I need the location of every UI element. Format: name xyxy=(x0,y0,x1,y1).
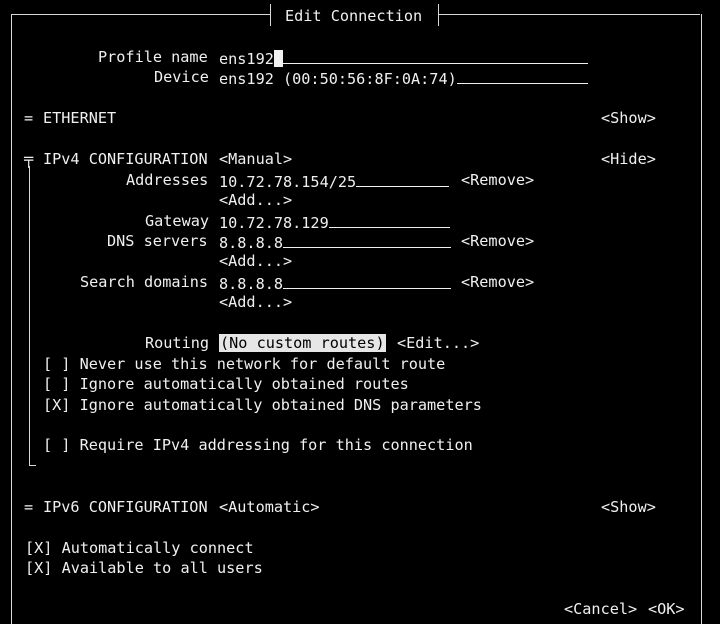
ethernet-section-label: ETHERNET xyxy=(43,109,117,127)
routing-edit-button[interactable]: <Edit...> xyxy=(397,334,479,352)
ipv6-show-button[interactable]: <Show> xyxy=(601,498,656,516)
dns-servers-label: DNS servers xyxy=(107,232,208,250)
addresses-label: Addresses xyxy=(126,171,209,189)
search-remove-button[interactable]: <Remove> xyxy=(461,273,534,291)
frame-top-left xyxy=(11,14,270,15)
routing-label: Routing xyxy=(145,334,210,352)
address-value: 10.72.78.154/25 xyxy=(219,173,357,191)
address-remove-button[interactable]: <Remove> xyxy=(461,171,534,189)
device-value: ens192 (00:50:56:8F:0A:74) xyxy=(219,70,457,88)
frame-top-right xyxy=(439,14,700,15)
field-underline xyxy=(456,68,588,84)
auto-connect-checkbox[interactable]: [X] Automatically connect xyxy=(25,539,254,557)
dialog-title: Edit Connection xyxy=(285,7,423,25)
title-bracket-right xyxy=(438,4,439,26)
field-underline xyxy=(328,212,450,228)
profile-name-value: ens192 xyxy=(219,50,274,68)
all-users-checkbox[interactable]: [X] Available to all users xyxy=(25,559,263,577)
profile-name-field[interactable]: ens192 xyxy=(219,48,588,68)
search-add-button[interactable]: <Add...> xyxy=(219,293,292,311)
ethernet-collapse-marker: = xyxy=(24,109,34,127)
never-default-route-checkbox[interactable]: [ ] Never use this network for default r… xyxy=(43,355,445,373)
ipv6-mode-select[interactable]: <Automatic> xyxy=(219,498,320,516)
profile-name-label: Profile name xyxy=(98,48,208,66)
ipv4-section-label: IPv4 CONFIGURATION xyxy=(43,150,208,168)
search-domain-input[interactable]: 8.8.8.8 xyxy=(219,273,452,293)
ethernet-show-button[interactable]: <Show> xyxy=(601,109,656,127)
dns-server-input[interactable]: 8.8.8.8 xyxy=(219,232,452,252)
ipv6-collapse-marker: = xyxy=(24,498,34,516)
require-ipv4-checkbox[interactable]: [ ] Require IPv4 addressing for this con… xyxy=(43,436,473,454)
field-underline xyxy=(356,171,450,187)
ignore-routes-checkbox[interactable]: [ ] Ignore automatically obtained routes xyxy=(43,375,409,393)
device-field[interactable]: ens192 (00:50:56:8F:0A:74) xyxy=(219,68,588,88)
ipv4-hide-button[interactable]: <Hide> xyxy=(601,150,656,168)
gateway-label: Gateway xyxy=(145,212,210,230)
search-domain-value: 8.8.8.8 xyxy=(219,275,284,293)
search-domains-label: Search domains xyxy=(80,273,209,291)
gateway-value: 10.72.78.129 xyxy=(219,214,329,232)
dialog-frame xyxy=(11,14,702,624)
text-cursor xyxy=(273,50,283,67)
ok-button[interactable]: <OK> xyxy=(648,600,685,618)
field-underline xyxy=(283,273,452,289)
ipv4-mode-select[interactable]: <Manual> xyxy=(219,150,292,168)
routing-value-text: (No custom routes) xyxy=(219,334,386,352)
device-label: Device xyxy=(154,68,209,86)
dns-remove-button[interactable]: <Remove> xyxy=(461,232,534,250)
gateway-input[interactable]: 10.72.78.129 xyxy=(219,212,450,232)
routing-value[interactable]: (No custom routes) xyxy=(219,334,386,352)
title-bracket-left xyxy=(270,4,271,26)
field-underline xyxy=(282,48,588,64)
address-add-button[interactable]: <Add...> xyxy=(219,191,292,209)
ignore-dns-checkbox[interactable]: [X] Ignore automatically obtained DNS pa… xyxy=(43,396,482,414)
field-underline xyxy=(283,232,452,248)
dns-add-button[interactable]: <Add...> xyxy=(219,252,292,270)
cancel-button[interactable]: <Cancel> xyxy=(564,600,637,618)
ipv6-section-label: IPv6 CONFIGURATION xyxy=(43,498,208,516)
dns-server-value: 8.8.8.8 xyxy=(219,234,284,252)
address-input[interactable]: 10.72.78.154/25 xyxy=(219,171,450,191)
ipv4-section-bracket xyxy=(29,166,36,466)
